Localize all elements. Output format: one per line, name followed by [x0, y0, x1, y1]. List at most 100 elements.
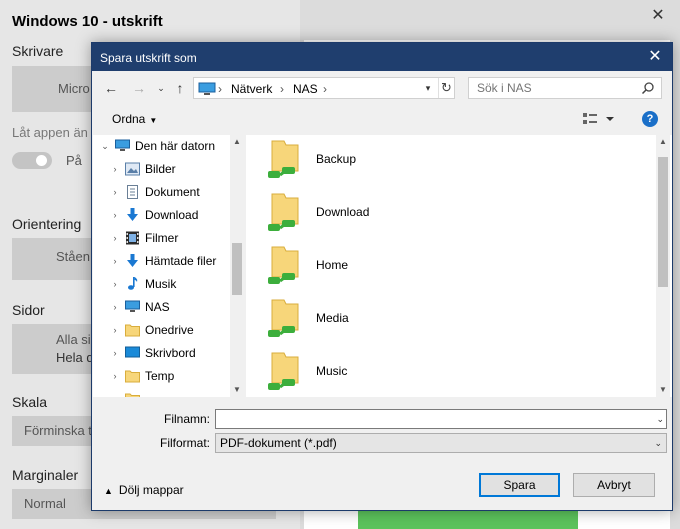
list-item[interactable]: Music	[264, 349, 654, 397]
tree-item-label: Hämtade filer	[145, 254, 217, 268]
network-drive-icon	[125, 300, 140, 312]
search-icon	[641, 82, 654, 95]
path-separator-1: ›	[280, 82, 284, 96]
pictures-icon	[125, 162, 140, 176]
search-input[interactable]	[477, 81, 637, 95]
computer-icon	[115, 139, 130, 151]
back-arrow-icon[interactable]: ←	[102, 79, 120, 97]
scroll-up-arrow-icon[interactable]: ▲	[230, 135, 244, 149]
tree-collapsed-chevron-icon[interactable]: ›	[109, 227, 121, 249]
filetype-dropdown-icon[interactable]: ⌄	[654, 434, 662, 452]
filetype-value: PDF-dokument (*.pdf)	[220, 436, 337, 450]
tree-collapsed-chevron-icon[interactable]: ›	[109, 365, 121, 387]
cancel-button[interactable]: Avbryt	[573, 473, 655, 497]
folder-icon	[125, 370, 140, 383]
tree-item-label: NAS	[145, 300, 170, 314]
file-list: Backup Download Home Media Music ▲ ▼	[246, 135, 672, 397]
filename-label: Filnamn:	[163, 412, 210, 426]
tree-collapsed-chevron-icon[interactable]: ›	[109, 296, 121, 318]
tree-collapsed-chevron-icon[interactable]: ›	[109, 342, 121, 364]
scroll-down-arrow-icon[interactable]: ▼	[656, 383, 670, 397]
recent-locations-chevron-icon[interactable]: ⌄	[152, 79, 170, 97]
hide-folders-toggle[interactable]: ▲ Dölj mappar	[104, 483, 184, 497]
scroll-down-arrow-icon[interactable]: ▼	[230, 383, 244, 397]
view-options-button[interactable]	[582, 111, 618, 127]
tree-item-label: Musik	[145, 277, 177, 291]
videos-icon	[126, 231, 139, 245]
printer-value: Micro	[58, 81, 90, 96]
network-folder-icon	[268, 246, 299, 284]
folder-name: Media	[316, 311, 349, 325]
print-window-title: Windows 10 - utskrift	[12, 13, 163, 30]
organize-label: Ordna	[112, 112, 146, 126]
preview-image-strip	[358, 508, 578, 529]
tree-item-label: Temp	[145, 369, 175, 383]
tree-item-label: Onedrive	[145, 323, 194, 337]
tree-collapsed-chevron-icon[interactable]: ›	[109, 250, 121, 272]
tree-collapsed-chevron-icon[interactable]: ›	[109, 204, 121, 226]
list-item[interactable]: Backup	[264, 137, 654, 189]
allow-app-label: Låt appen än	[12, 125, 88, 140]
tree-expanded-chevron-icon[interactable]: ⌄	[99, 135, 111, 157]
organize-menu[interactable]: Ordna ▼	[112, 112, 157, 126]
filetype-select[interactable]: PDF-dokument (*.pdf) ⌄	[215, 433, 667, 453]
hide-folders-label: Dölj mappar	[118, 483, 184, 497]
tree-collapsed-chevron-icon[interactable]: ›	[109, 319, 121, 341]
tree-collapsed-chevron-icon[interactable]: ›	[109, 181, 121, 203]
tree-collapsed-chevron-icon[interactable]: ›	[109, 273, 121, 295]
tree-item-label: Den här datorn	[135, 139, 216, 153]
folder-name: Music	[316, 364, 348, 378]
breadcrumb-network[interactable]: Nätverk	[231, 82, 272, 96]
filename-input[interactable]	[216, 410, 636, 428]
network-folder-icon	[268, 299, 299, 337]
list-item[interactable]: Media	[264, 296, 654, 348]
print-window-close-icon[interactable]: ✕	[636, 0, 680, 32]
forward-arrow-icon[interactable]: →	[130, 79, 148, 97]
scroll-up-arrow-icon[interactable]: ▲	[656, 135, 670, 149]
navigation-bar: ← → ⌄ ↑ › Nätverk › NAS › ▾ ↻	[92, 71, 672, 105]
dialog-toolbar: Ordna ▼ ?	[92, 105, 672, 133]
documents-icon	[127, 185, 138, 199]
margins-label: Marginaler	[12, 467, 79, 483]
orientation-label: Orientering	[12, 216, 82, 232]
search-box[interactable]	[468, 77, 662, 99]
folder-name: Backup	[316, 152, 357, 166]
allow-app-toggle[interactable]	[12, 152, 52, 169]
scrollbar-thumb[interactable]	[232, 243, 242, 295]
desktop-icon	[125, 346, 140, 358]
orientation-value: Ståen	[56, 249, 90, 264]
up-arrow-icon[interactable]: ↑	[171, 79, 189, 97]
refresh-icon[interactable]: ↻	[438, 78, 454, 98]
list-item[interactable]: Download	[264, 190, 654, 242]
file-list-scrollbar[interactable]: ▲ ▼	[656, 135, 670, 397]
computer-icon	[198, 82, 216, 95]
navigation-scrollbar[interactable]: ▲ ▼	[230, 135, 244, 397]
view-list-icon	[583, 113, 614, 124]
tree-item-label: Download	[145, 208, 199, 222]
filetype-label: Filformat:	[159, 436, 210, 450]
breadcrumb-nas[interactable]: NAS	[293, 82, 318, 96]
dialog-close-icon[interactable]: ✕	[638, 43, 672, 71]
save-dialog: Spara utskrift som ✕ ← → ⌄ ↑ › Nätverk ›…	[91, 42, 673, 511]
tree-collapsed-chevron-icon[interactable]: ›	[109, 158, 121, 180]
list-item[interactable]: Home	[264, 243, 654, 295]
filename-field[interactable]: ⌄	[215, 409, 667, 429]
toggle-state-label: På	[66, 153, 82, 168]
network-folder-icon	[268, 352, 299, 390]
folder-name: Home	[316, 258, 349, 272]
filename-dropdown-icon[interactable]: ⌄	[656, 410, 664, 428]
folder-icon	[125, 324, 140, 337]
help-icon[interactable]: ?	[642, 111, 658, 127]
scale-label: Skala	[12, 394, 48, 410]
tree-item-label: Dokument	[145, 185, 200, 199]
address-bar[interactable]: › Nätverk › NAS › ▾ ↻	[193, 77, 455, 99]
save-button[interactable]: Spara	[479, 473, 560, 497]
margins-value: Normal	[24, 496, 66, 511]
scrollbar-thumb[interactable]	[658, 157, 668, 287]
network-folder-icon	[268, 140, 299, 178]
network-folder-icon	[268, 193, 299, 231]
scale-value: Förminska t	[24, 423, 92, 438]
organize-chevron-icon: ▼	[149, 116, 158, 125]
address-dropdown-icon[interactable]: ▾	[421, 78, 435, 98]
path-separator-0: ›	[218, 82, 222, 96]
